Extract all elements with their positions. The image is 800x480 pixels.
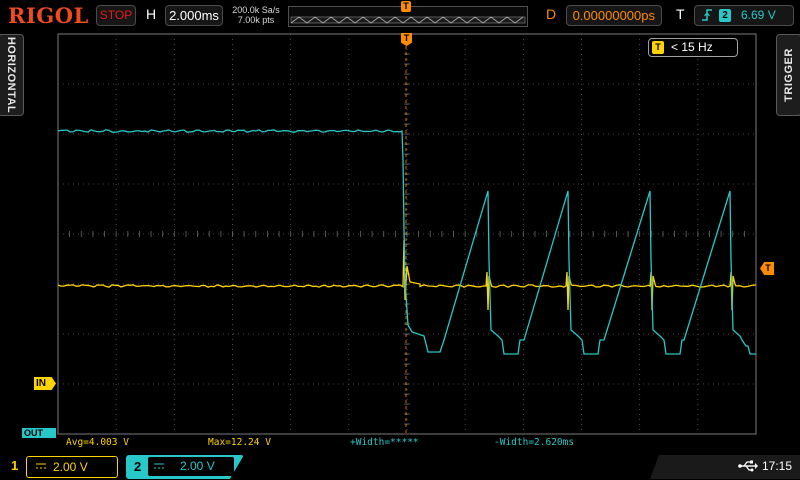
memory-depth: 7.00k pts — [237, 15, 275, 25]
trigger-tab-label: TRIGGER — [783, 48, 795, 102]
ch2-ground-marker[interactable]: OUT — [22, 428, 56, 438]
frequency-counter: T < 15 Hz — [648, 38, 738, 57]
ch1-vertical-scale: 2.00 V — [53, 460, 88, 474]
ch2-waveform — [57, 129, 756, 355]
graticule-grid — [57, 33, 757, 435]
delay-label: D — [546, 6, 557, 22]
dc-coupling-icon — [36, 463, 46, 469]
horizontal-menu-tab[interactable]: HORIZONTAL — [0, 34, 24, 116]
measurement-negative-width: -Width=2.620ms — [494, 437, 575, 448]
dc-coupling-icon — [154, 463, 164, 469]
acquisition-info: 200.0k Sa/s 7.00k pts — [228, 5, 284, 25]
rising-edge-icon — [702, 9, 712, 21]
sample-rate: 200.0k Sa/s — [232, 5, 280, 15]
run-stop-status[interactable]: STOP — [96, 5, 136, 26]
measurement-bar: Avg=4.003 V Max=12.24 V +Width=***** -Wi… — [58, 436, 756, 450]
trigger-level-value: 6.69 V — [741, 8, 776, 22]
ch2-vertical-scale: 2.00 V — [180, 459, 215, 473]
trigger-label: T — [676, 6, 685, 22]
ch2-number: 2 — [134, 459, 142, 474]
bottom-channel-bar: 1 2.00 V 2 2.00 V 17:15 — [0, 452, 800, 480]
trigger-settings[interactable]: 2 6.69 V — [694, 5, 794, 26]
ch2-settings-box[interactable]: 2 2.00 V — [126, 455, 244, 479]
measurement-average: Avg=4.003 V — [66, 437, 129, 448]
measurement-positive-width: +Width=***** — [350, 437, 419, 448]
frequency-trigger-badge: T — [652, 41, 664, 54]
memory-trigger-marker: T — [401, 1, 411, 12]
usb-icon — [738, 460, 758, 472]
frequency-value: < 15 Hz — [671, 40, 713, 54]
horizontal-label: H — [146, 6, 157, 22]
timebase-value[interactable]: 2.000ms — [165, 5, 223, 26]
ch2-scale-field: 2.00 V — [148, 457, 234, 476]
ch1-number: 1 — [11, 458, 19, 473]
horizontal-delay-value[interactable]: 0.00000000ps — [566, 5, 662, 26]
rigol-logo: RIGOL — [8, 3, 89, 28]
clock: 17:15 — [762, 459, 793, 473]
trigger-source-badge: 2 — [719, 9, 731, 22]
waveform-display — [57, 33, 757, 435]
ch1-ground-marker[interactable]: IN — [34, 377, 56, 390]
trigger-menu-tab[interactable]: TRIGGER — [776, 34, 800, 116]
top-status-bar: RIGOL STOP H 2.000ms 200.0k Sa/s 7.00k p… — [0, 0, 800, 32]
ch1-settings-box[interactable]: 2.00 V — [26, 456, 118, 478]
horizontal-tab-label: HORIZONTAL — [5, 36, 17, 114]
measurement-maximum: Max=12.24 V — [208, 437, 271, 448]
